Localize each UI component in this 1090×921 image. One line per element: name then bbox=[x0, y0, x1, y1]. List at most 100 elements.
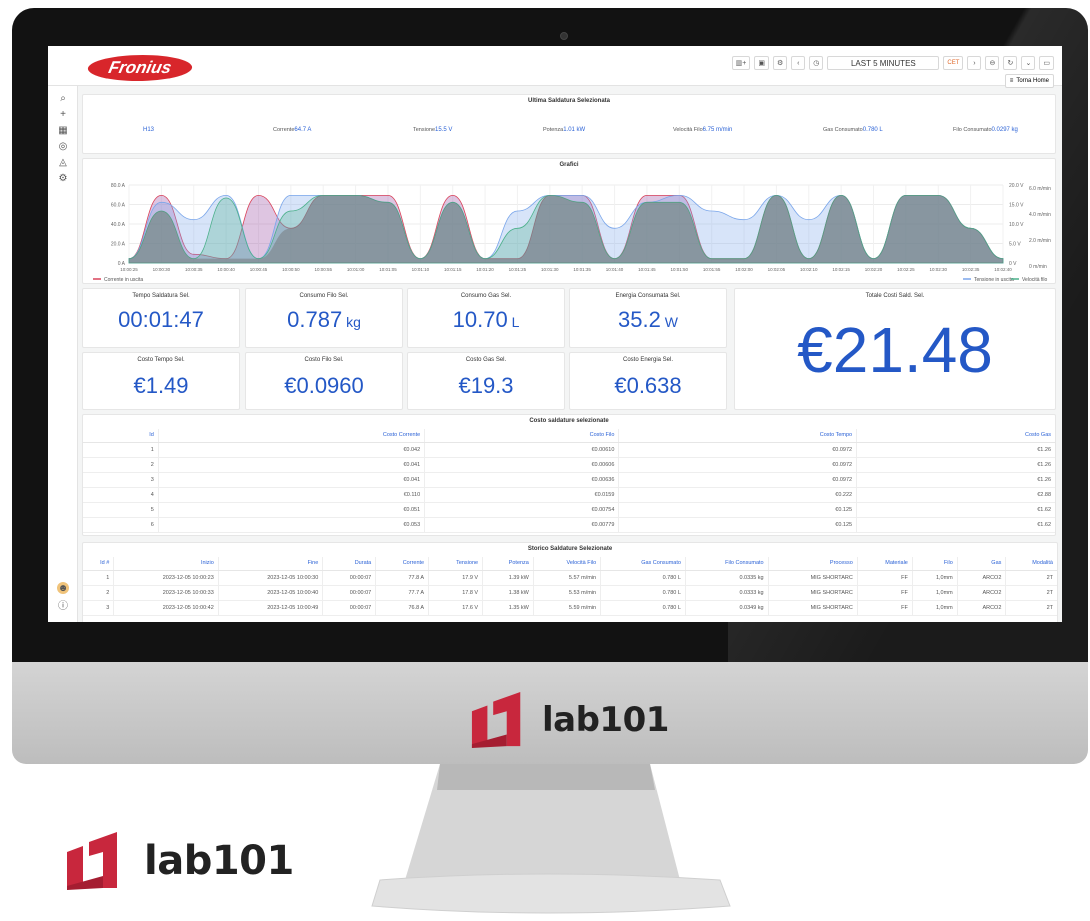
column-header[interactable]: Corrente bbox=[375, 557, 429, 571]
table-row[interactable]: 6 €0.053 €0.00779 €0.125 €1.62 bbox=[83, 517, 1055, 533]
column-header[interactable]: Modalità bbox=[1005, 557, 1057, 571]
plus-icon[interactable]: + bbox=[57, 108, 69, 120]
table-row[interactable]: 1 2023-12-05 10:00:23 2023-12-05 10:00:30 0… bbox=[83, 570, 1057, 586]
last-weld-value: 0.780 L bbox=[862, 127, 883, 133]
gear-icon[interactable]: ⚙ bbox=[57, 172, 69, 184]
costs-table-title: Costo saldature selezionate bbox=[529, 418, 609, 424]
table-cell: 0.0333 kg bbox=[684, 585, 769, 601]
column-header[interactable]: Inizio bbox=[113, 557, 219, 571]
column-header[interactable]: Filo bbox=[911, 557, 958, 571]
x-tick-label: 10:00:40 bbox=[217, 267, 235, 272]
help-icon[interactable]: ⓘ bbox=[57, 598, 69, 612]
x-tick-label: 10:01:25 bbox=[509, 267, 527, 272]
clock-icon[interactable]: ◷ bbox=[809, 56, 824, 70]
search-icon[interactable]: ⌕ bbox=[57, 92, 69, 104]
x-tick-label: 10:02:05 bbox=[768, 267, 786, 272]
table-cell: 17.6 V bbox=[428, 600, 483, 616]
last-weld-label: Gas Consumato bbox=[823, 127, 863, 133]
timezone-select[interactable]: CET bbox=[943, 56, 964, 70]
zoom-out-icon[interactable]: ⊖ bbox=[985, 56, 1000, 70]
table-cell: €0.110 bbox=[157, 487, 425, 503]
tv-mode-icon[interactable]: ▭ bbox=[1039, 56, 1054, 70]
x-tick-label: 10:01:40 bbox=[606, 267, 624, 272]
column-header[interactable]: Id # bbox=[83, 557, 114, 571]
x-tick-label: 10:00:35 bbox=[185, 267, 203, 272]
column-header[interactable]: Costo Gas bbox=[856, 429, 1055, 443]
table-cell: €0.0972 bbox=[618, 457, 857, 473]
legend-label[interactable]: Velocità filo bbox=[1022, 277, 1048, 283]
time-forward-icon[interactable]: › bbox=[967, 56, 982, 70]
side-nav: ⌕ + ▦ ◎ ◬ ⚙ ☻ ⓘ bbox=[48, 86, 78, 622]
column-header[interactable]: Processo bbox=[767, 557, 858, 571]
total-cost-title: Totale Costi Sald. Sel. bbox=[865, 293, 925, 299]
table-cell: 0.780 L bbox=[600, 600, 686, 616]
column-header[interactable]: Costo Corrente bbox=[157, 429, 425, 443]
x-tick-label: 10:02:40 bbox=[994, 267, 1012, 272]
table-header-row: Id Costo Corrente Costo Filo Costo Tempo Cos… bbox=[83, 429, 1055, 443]
stat-unit: L bbox=[507, 314, 520, 330]
welding-chart: 0 A20.0 A40.0 A60.0 A80.0 A0 V5.0 V10.0 … bbox=[93, 183, 1051, 283]
column-header[interactable]: Gas bbox=[956, 557, 1006, 571]
refresh-icon[interactable]: ↻ bbox=[1003, 56, 1018, 70]
stat-number: €19.3 bbox=[458, 373, 514, 398]
lab101-corner-logo: lab101 bbox=[60, 830, 294, 892]
column-header[interactable]: Potenza bbox=[482, 557, 534, 571]
table-row[interactable]: 4 €0.110 €0.0159 €0.222 €2.88 bbox=[83, 487, 1055, 503]
table-cell: 5.59 m/min bbox=[532, 600, 601, 616]
column-header[interactable]: Materiale bbox=[856, 557, 913, 571]
column-header[interactable]: Tensione bbox=[428, 557, 483, 571]
column-header[interactable]: Gas Consumato bbox=[600, 557, 686, 571]
table-cell: MIG SHORTARC bbox=[767, 570, 858, 586]
stat-number: 10.70 bbox=[452, 307, 508, 332]
home-button[interactable]: ≡ Torna Home bbox=[1004, 74, 1054, 88]
stat-number: €0.0960 bbox=[284, 373, 364, 398]
menu-icon: ≡ bbox=[1009, 78, 1014, 84]
stat-tile: Costo Gas Sel. €19.3 bbox=[407, 352, 565, 410]
table-row[interactable]: 2 2023-12-05 10:00:33 2023-12-05 10:00:40 0… bbox=[83, 585, 1057, 601]
y-tick-label: 40.0 A bbox=[111, 222, 126, 228]
x-tick-label: 10:02:25 bbox=[897, 267, 915, 272]
table-cell: 1,0mm bbox=[911, 570, 958, 586]
table-cell: 2023-12-05 10:00:33 bbox=[113, 585, 219, 601]
save-icon[interactable]: ▣ bbox=[754, 56, 769, 70]
last-weld-value: 15.5 V bbox=[435, 127, 453, 133]
table-cell: 2T bbox=[1005, 570, 1057, 586]
stat-tile: Energia Consumata Sel. 35.2 W bbox=[569, 288, 727, 348]
time-back-icon[interactable]: ‹ bbox=[791, 56, 806, 70]
y-tick-label: 20.0 A bbox=[111, 242, 126, 248]
table-row[interactable]: 1 €0.042 €0.00610 €0.0972 €1.26 bbox=[83, 442, 1055, 458]
stat-tile: Consumo Filo Sel. 0.787 kg bbox=[245, 288, 403, 348]
table-cell: €0.00779 bbox=[424, 517, 619, 533]
table-row[interactable]: 5 €0.051 €0.00754 €0.125 €1.62 bbox=[83, 502, 1055, 518]
table-row[interactable]: 3 2023-12-05 10:00:42 2023-12-05 10:00:49 0… bbox=[83, 600, 1057, 616]
add-panel-icon[interactable]: ▥+ bbox=[731, 56, 751, 70]
y-right-tick-label: 5.0 V bbox=[1009, 242, 1021, 248]
table-cell: 2 bbox=[83, 585, 114, 601]
refresh-interval-chevron-icon[interactable]: ⌄ bbox=[1021, 56, 1036, 70]
time-range-picker[interactable]: LAST 5 MINUTES bbox=[827, 56, 940, 70]
column-header[interactable]: Fine bbox=[217, 557, 323, 571]
legend-label[interactable]: Corrente in uscita bbox=[104, 277, 143, 283]
alert-bell-icon[interactable]: ◬ bbox=[57, 156, 69, 168]
table-row[interactable]: 3 €0.041 €0.00636 €0.0972 €1.26 bbox=[83, 472, 1055, 488]
table-row[interactable]: 2 €0.041 €0.00606 €0.0972 €1.26 bbox=[83, 457, 1055, 473]
column-header[interactable]: Costo Tempo bbox=[618, 429, 857, 443]
table-cell: 0.0335 kg bbox=[684, 570, 769, 586]
settings-icon[interactable]: ⚙ bbox=[772, 56, 788, 70]
column-header[interactable]: Filo Consumato bbox=[684, 557, 769, 571]
table-cell: €0.00636 bbox=[424, 472, 619, 488]
table-cell: 0.780 L bbox=[600, 585, 686, 601]
x-tick-label: 10:01:00 bbox=[347, 267, 365, 272]
column-header[interactable]: Velocità Filo bbox=[532, 557, 601, 571]
explore-icon[interactable]: ◎ bbox=[57, 140, 69, 152]
last-weld-label: Filo Consumato bbox=[953, 127, 992, 133]
fronius-logo: Fronius bbox=[85, 55, 195, 81]
column-header[interactable]: Id bbox=[83, 429, 159, 443]
legend-label[interactable]: Tensione in uscita bbox=[974, 277, 1014, 283]
table-cell: 2 bbox=[83, 457, 159, 473]
table-cell: 2023-12-05 10:00:23 bbox=[113, 570, 219, 586]
dashboards-icon[interactable]: ▦ bbox=[57, 124, 69, 136]
avatar[interactable]: ☻ bbox=[57, 582, 69, 594]
column-header[interactable]: Costo Filo bbox=[424, 429, 619, 443]
column-header[interactable]: Durata bbox=[322, 557, 376, 571]
